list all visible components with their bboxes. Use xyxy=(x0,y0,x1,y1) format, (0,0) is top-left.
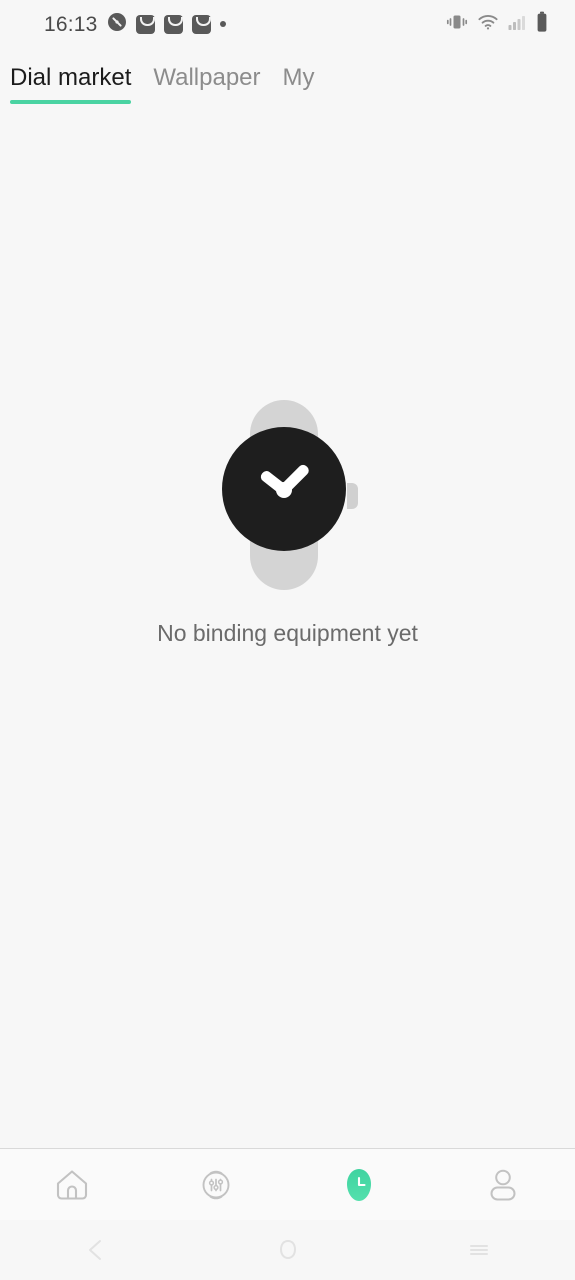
status-bar-right xyxy=(446,11,549,38)
home-circle-icon xyxy=(273,1235,303,1265)
tab-wallpaper[interactable]: Wallpaper xyxy=(153,64,260,104)
empty-state-message: No binding equipment yet xyxy=(157,620,418,646)
status-bar: 16:13 xyxy=(0,0,575,48)
mail-icon xyxy=(163,14,183,34)
clock-center-pin xyxy=(275,482,292,498)
smartwatch-illustration xyxy=(218,400,358,590)
status-bar-clock: 16:13 xyxy=(44,12,98,36)
app-root: 16:13 Dial market Wallpaper My No bindin… xyxy=(0,0,575,1280)
watch-face xyxy=(221,427,346,551)
system-home-button[interactable] xyxy=(192,1235,384,1265)
nav-item-home[interactable] xyxy=(0,1149,144,1220)
nav-item-profile[interactable] xyxy=(431,1149,575,1220)
nav-item-device[interactable] xyxy=(144,1149,288,1220)
home-icon xyxy=(51,1164,93,1206)
recents-lines-icon xyxy=(464,1235,494,1265)
vibrate-icon xyxy=(446,12,468,37)
nav-item-dial[interactable] xyxy=(288,1149,432,1220)
tab-dial-market-label: Dial market xyxy=(10,64,132,91)
watch-settings-icon xyxy=(195,1164,237,1206)
battery-icon xyxy=(535,11,549,38)
mail-icon xyxy=(191,14,211,34)
wifi-icon xyxy=(477,12,499,37)
tab-wallpaper-label: Wallpaper xyxy=(153,64,261,91)
person-icon xyxy=(482,1164,524,1206)
watch-crown xyxy=(346,483,358,509)
tab-dial-market[interactable]: Dial market xyxy=(10,64,132,104)
system-back-button[interactable] xyxy=(0,1235,192,1265)
back-chevron-icon xyxy=(81,1235,111,1265)
system-recents-button[interactable] xyxy=(383,1235,575,1265)
watch-face-blob-icon xyxy=(338,1164,380,1206)
tab-bar: Dial market Wallpaper My xyxy=(0,48,575,104)
clock-badge-icon xyxy=(107,12,127,37)
dot-icon xyxy=(219,21,226,27)
cellular-signal-icon xyxy=(508,12,526,37)
tab-my[interactable]: My xyxy=(283,64,315,104)
main-content: No binding equipment yet xyxy=(0,104,575,1148)
bottom-navigation xyxy=(0,1148,575,1220)
status-bar-left: 16:13 xyxy=(44,12,226,37)
system-navigation-bar xyxy=(0,1220,575,1280)
tab-my-label: My xyxy=(282,64,315,91)
mail-icon xyxy=(135,14,155,34)
empty-state: No binding equipment yet xyxy=(0,400,575,647)
